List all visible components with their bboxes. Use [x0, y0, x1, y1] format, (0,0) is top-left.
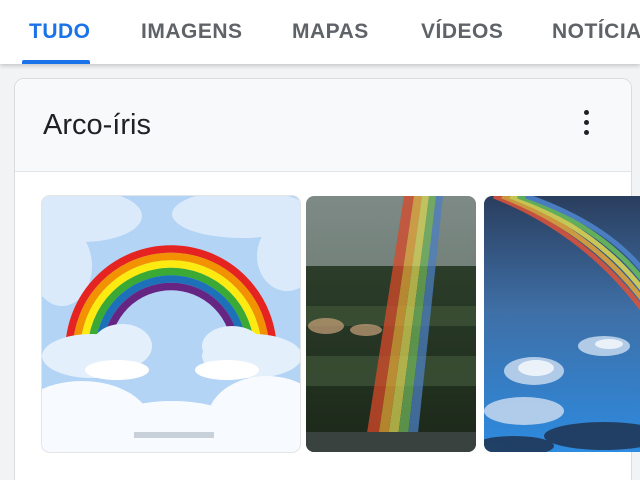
tab-all[interactable]: TUDO: [29, 0, 91, 64]
image-thumbnail-cartoon-rainbow[interactable]: [42, 196, 300, 452]
more-dot: [584, 110, 589, 115]
active-tab-indicator: [22, 60, 90, 64]
tab-videos[interactable]: VÍDEOS: [421, 0, 503, 64]
image-thumbnail-sky-rainbow[interactable]: [484, 196, 640, 452]
search-results-page: TUDO IMAGENS MAPAS VÍDEOS NOTÍCIAS Arco-…: [0, 0, 640, 480]
tab-images[interactable]: IMAGENS: [141, 0, 243, 64]
forest-rainbow-photo: [306, 196, 476, 452]
image-thumbnail-forest-rainbow[interactable]: [306, 196, 476, 452]
more-dot: [584, 120, 589, 125]
sky-rainbow-photo: [484, 196, 640, 452]
search-tab-bar: TUDO IMAGENS MAPAS VÍDEOS NOTÍCIAS: [0, 0, 640, 64]
more-vert-icon[interactable]: [571, 105, 601, 141]
tab-maps[interactable]: MAPAS: [292, 0, 369, 64]
more-dot: [584, 130, 589, 135]
card-title: Arco-íris: [43, 109, 151, 141]
tab-news[interactable]: NOTÍCIAS: [552, 0, 640, 64]
cartoon-rainbow-image: [42, 196, 300, 452]
card-header: Arco-íris: [15, 79, 631, 172]
